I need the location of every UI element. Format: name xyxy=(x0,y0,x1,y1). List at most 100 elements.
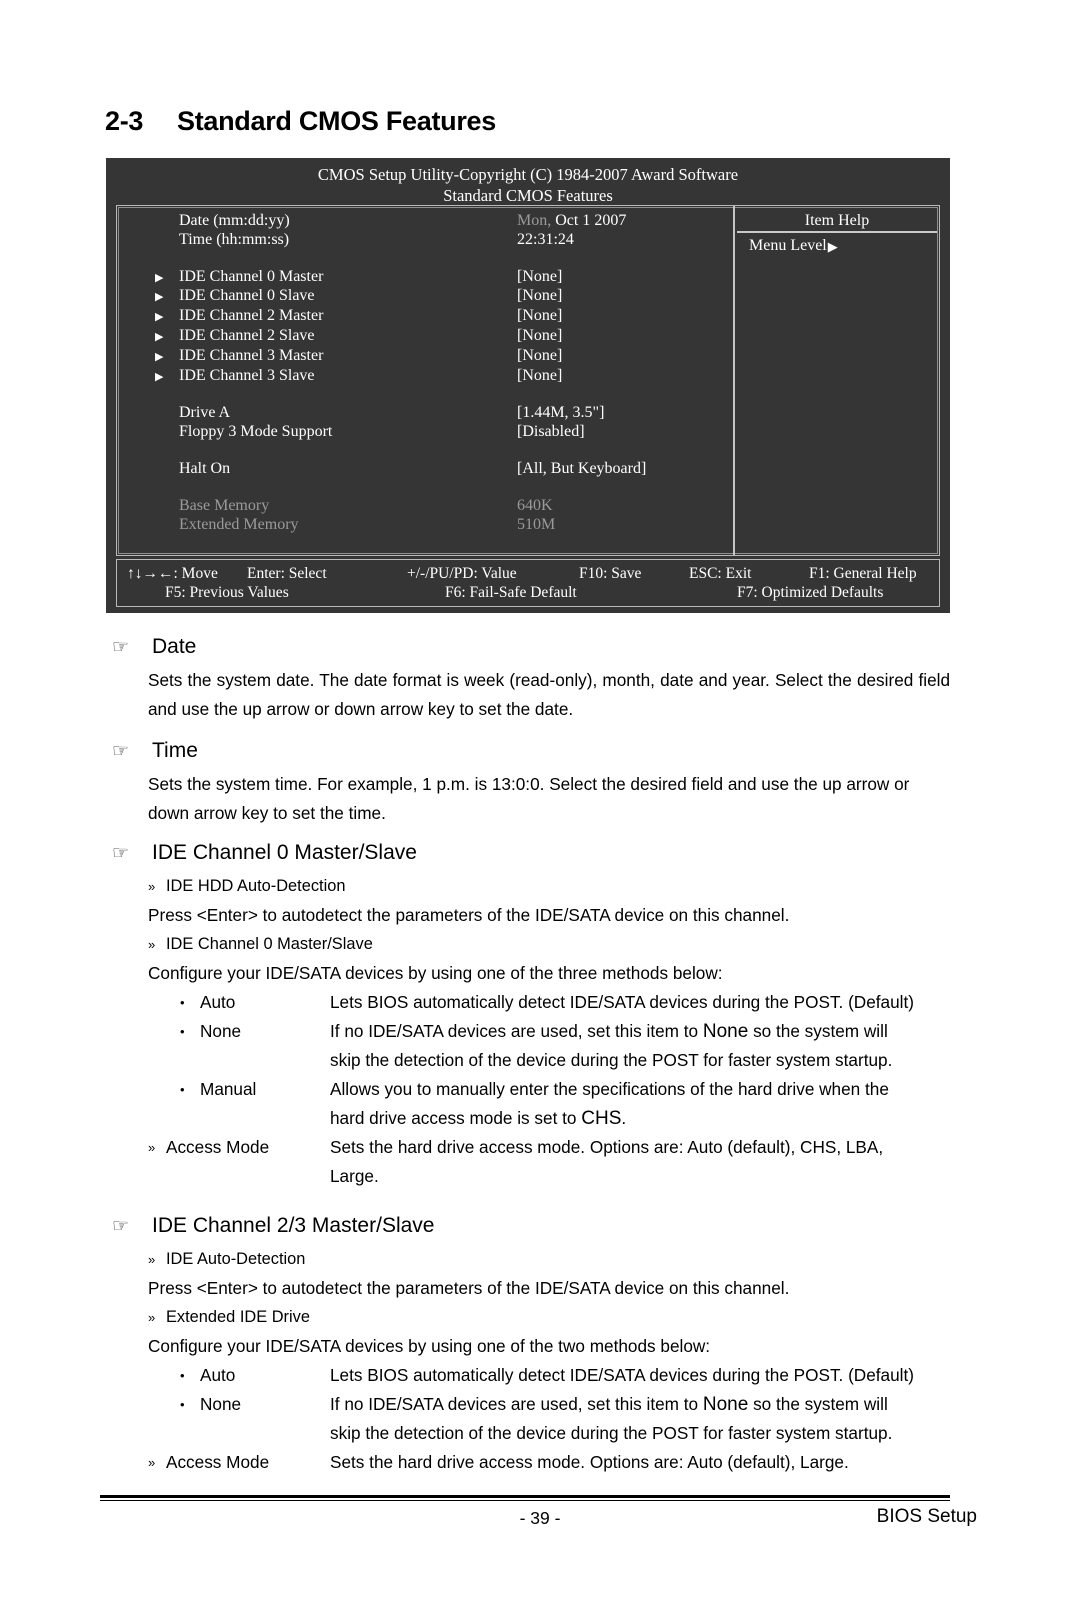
row-value: [None] xyxy=(517,267,563,285)
bios-row-ide-channel-0-slave[interactable]: ▶ IDE Channel 0 Slave [None] xyxy=(155,287,733,307)
option-description: If no IDE/SATA devices are used, set thi… xyxy=(330,1017,970,1046)
row-label: IDE Channel 0 Master xyxy=(179,267,324,285)
subheading-text: IDE Channel 0 Master/Slave xyxy=(166,935,373,953)
subheading-text: Extended IDE Drive xyxy=(166,1308,310,1326)
bios-row-time[interactable]: Time (hh:mm:ss) 22:31:24 xyxy=(155,231,733,250)
heading-date: ☞ Date xyxy=(112,628,1080,666)
section-title: Standard CMOS Features xyxy=(177,106,496,136)
item-help-title: Item Help xyxy=(737,206,937,233)
submenu-arrow-icon: ▶ xyxy=(155,311,164,324)
row-value: 640K xyxy=(517,496,553,514)
bios-settings-list: Date (mm:dd:yy) Mon, Oct 1 2007 Time (hh… xyxy=(117,206,733,555)
bios-setup-screenshot: CMOS Setup Utility-Copyright (C) 1984-20… xyxy=(106,158,950,613)
double-chevron-icon: » xyxy=(148,1310,155,1325)
key-f1-general-help: F1: General Help xyxy=(809,565,917,582)
row-label: IDE Channel 2 Master xyxy=(179,307,324,325)
row-label: Extended Memory xyxy=(179,515,299,533)
key-legend-line-1: ↑↓→←: Move Enter: Select +/-/PU/PD: Valu… xyxy=(117,564,939,583)
option-description: Sets the hard drive access mode. Options… xyxy=(330,1452,849,1472)
row-label: Floppy 3 Mode Support xyxy=(179,423,333,441)
row-value: [None] xyxy=(517,346,563,364)
date-value: Oct 1 2007 xyxy=(555,212,627,229)
row-value: [None] xyxy=(517,287,563,305)
row-label: Drive A xyxy=(179,404,231,422)
bios-row-ide-channel-3-slave[interactable]: ▶ IDE Channel 3 Slave [None] xyxy=(155,367,733,387)
subheading-ide-hdd-auto-detection: » IDE HDD Auto-Detection xyxy=(148,872,1080,901)
submenu-arrow-icon: ▶ xyxy=(155,271,164,284)
row-label: Base Memory xyxy=(179,496,270,514)
heading-time: ☞ Time xyxy=(112,732,1080,770)
subheading-ide-auto-detection: » IDE Auto-Detection xyxy=(148,1245,1080,1274)
submenu-arrow-icon: ▶ xyxy=(155,370,164,383)
bios-row-date[interactable]: Date (mm:dd:yy) Mon, Oct 1 2007 xyxy=(155,212,733,231)
desc-part-b: . xyxy=(621,1108,627,1128)
bios-row-halt-on[interactable]: Halt On [All, But Keyboard] xyxy=(155,460,733,479)
bullet-icon: • xyxy=(180,1082,185,1097)
option-none-continuation: skip the detection of the device during … xyxy=(180,1046,1080,1075)
bios-row-drive-a[interactable]: Drive A [1.44M, 3.5"] xyxy=(155,404,733,423)
option-access-mode-ide23: » Access Mode Sets the hard drive access… xyxy=(148,1448,1080,1477)
menu-level-arrow-icon: ▶ xyxy=(827,238,838,254)
option-description: Allows you to manually enter the specifi… xyxy=(330,1079,889,1099)
double-chevron-icon: » xyxy=(148,1455,155,1470)
bios-row-ide-channel-3-master[interactable]: ▶ IDE Channel 3 Master [None] xyxy=(155,347,733,367)
desc-emphasis: None xyxy=(702,1394,749,1415)
double-chevron-icon: » xyxy=(148,879,155,894)
row-label: Time (hh:mm:ss) xyxy=(179,230,290,248)
double-chevron-icon: » xyxy=(148,1140,155,1155)
bios-row-ide-channel-0-master[interactable]: ▶ IDE Channel 0 Master [None] xyxy=(155,268,733,288)
option-description: Sets the hard drive access mode. Options… xyxy=(330,1137,884,1157)
option-none-ide23-continuation: skip the detection of the device during … xyxy=(180,1419,1080,1448)
item-help-panel: Item Help Menu Level ▶ xyxy=(733,206,939,555)
row-value: 510M xyxy=(517,515,556,533)
key-f7-optimized-defaults: F7: Optimized Defaults xyxy=(737,584,884,601)
row-value: [None] xyxy=(517,366,563,384)
footer-divider xyxy=(100,1495,950,1501)
desc-part-b: so the system will xyxy=(748,1394,888,1414)
heading-ide-channel-2-3: ☞ IDE Channel 2/3 Master/Slave xyxy=(112,1207,1080,1245)
option-description: Lets BIOS automatically detect IDE/SATA … xyxy=(330,1365,914,1385)
option-description: Lets BIOS automatically detect IDE/SATA … xyxy=(330,992,914,1012)
desc-emphasis: None xyxy=(702,1021,749,1042)
key-move: ↑↓→←: Move xyxy=(127,565,218,582)
option-none-ide23: • None If no IDE/SATA devices are used, … xyxy=(180,1390,1080,1419)
submenu-arrow-icon: ▶ xyxy=(155,291,164,304)
double-chevron-icon: » xyxy=(148,937,155,952)
bullet-icon: • xyxy=(180,1397,185,1412)
paragraph-ide0-autodetect: Press <Enter> to autodetect the paramete… xyxy=(148,905,790,925)
option-description-cont: Large. xyxy=(330,1166,379,1186)
key-f5-previous-values: F5: Previous Values xyxy=(165,584,289,601)
bios-row-floppy-3-mode-support[interactable]: Floppy 3 Mode Support [Disabled] xyxy=(155,423,733,442)
bios-title-line1: CMOS Setup Utility-Copyright (C) 1984-20… xyxy=(317,165,739,184)
row-value: [1.44M, 3.5"] xyxy=(517,404,605,422)
desc-emphasis: CHS xyxy=(581,1108,622,1129)
pointing-hand-icon: ☞ xyxy=(112,842,130,864)
option-manual: • Manual Allows you to manually enter th… xyxy=(180,1075,1080,1104)
row-label: IDE Channel 3 Master xyxy=(179,346,324,364)
row-value[interactable]: Mon, Oct 1 2007 xyxy=(517,212,626,231)
submenu-arrow-icon: ▶ xyxy=(155,350,164,363)
key-f10-save: F10: Save xyxy=(579,565,642,582)
bullet-icon: • xyxy=(180,995,185,1010)
option-manual-continuation: hard drive access mode is set to CHS. xyxy=(180,1104,1080,1133)
option-description: If no IDE/SATA devices are used, set thi… xyxy=(330,1390,970,1419)
option-name: Auto xyxy=(200,1365,236,1385)
key-value: +/-/PU/PD: Value xyxy=(407,565,517,582)
bios-row-ide-channel-2-master[interactable]: ▶ IDE Channel 2 Master [None] xyxy=(155,307,733,327)
bios-title-line2: Standard CMOS Features xyxy=(443,186,613,206)
option-description-cont: skip the detection of the device during … xyxy=(330,1050,893,1070)
date-weekday: Mon, xyxy=(517,212,552,229)
bios-body: Date (mm:dd:yy) Mon, Oct 1 2007 Time (hh… xyxy=(116,205,940,556)
pointing-hand-icon: ☞ xyxy=(112,636,130,658)
row-label: IDE Channel 3 Slave xyxy=(179,366,315,384)
bios-row-ide-channel-2-slave[interactable]: ▶ IDE Channel 2 Slave [None] xyxy=(155,327,733,347)
menu-level-label: Menu Level xyxy=(749,237,827,254)
option-access-mode-ide0: » Access Mode Sets the hard drive access… xyxy=(148,1133,1080,1162)
option-name: Access Mode xyxy=(166,1137,270,1157)
footer-label: BIOS Setup xyxy=(876,1506,977,1527)
desc-part-a: If no IDE/SATA devices are used, set thi… xyxy=(330,1394,703,1414)
